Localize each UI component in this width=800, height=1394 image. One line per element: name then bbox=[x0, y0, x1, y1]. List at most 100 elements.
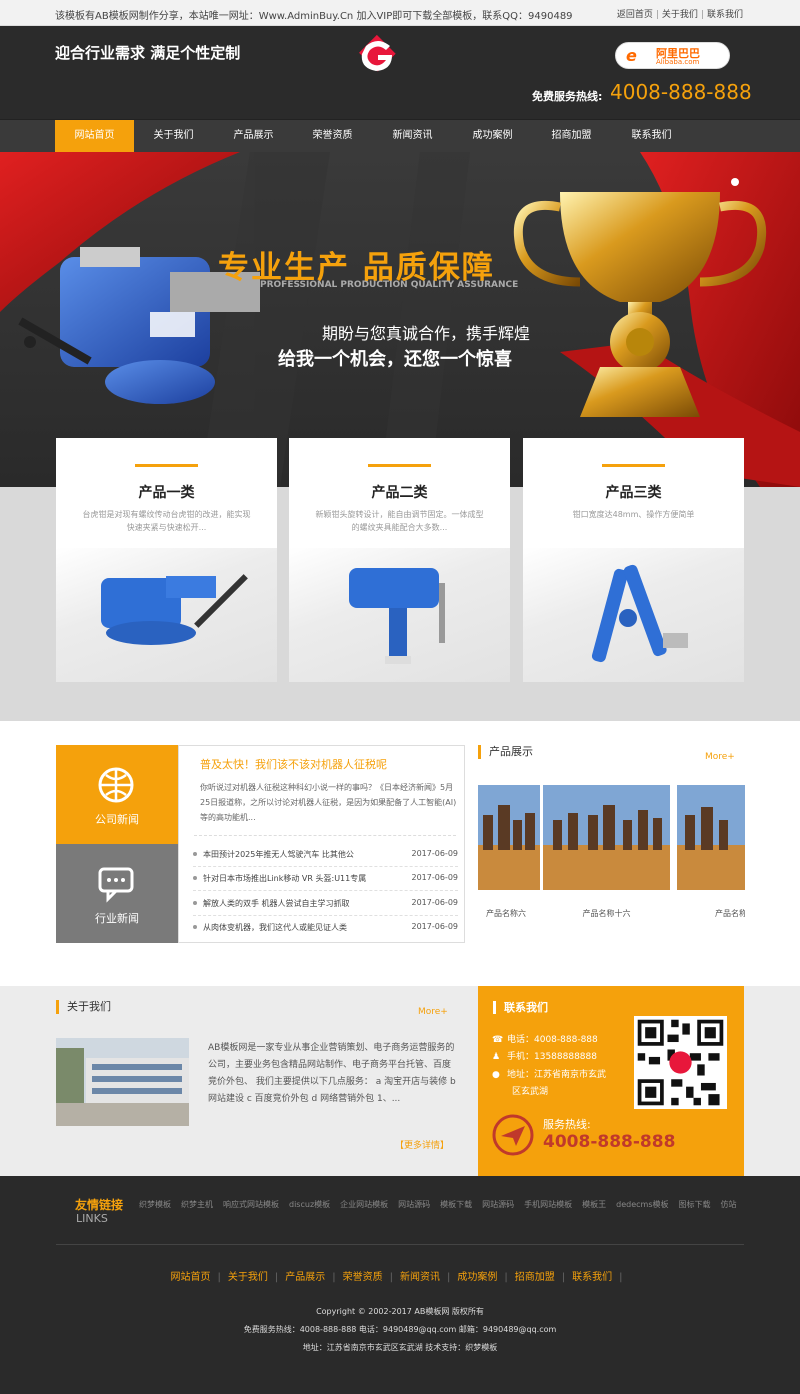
contact-phone: ☎ 电话：4008-888-888 bbox=[492, 1035, 598, 1045]
card-accent-bar bbox=[368, 464, 431, 467]
nav-item-news[interactable]: 新闻资讯 bbox=[373, 120, 452, 153]
contact-mobile: ♟ 手机：13588888888 bbox=[492, 1052, 597, 1062]
top-link-about[interactable]: 关于我们 bbox=[662, 10, 698, 20]
about-title: 关于我们 bbox=[56, 1000, 111, 1014]
banner-line1: 期盼与您真诚合作，携手辉煌 bbox=[322, 324, 531, 343]
tab-industry-news[interactable]: 行业新闻 bbox=[56, 844, 178, 943]
friend-link[interactable]: 手机网站模板 bbox=[524, 1200, 572, 1209]
product-photo bbox=[677, 785, 745, 890]
friend-link[interactable]: 织梦模板 bbox=[139, 1200, 171, 1209]
paper-plane-icon bbox=[492, 1114, 534, 1156]
footer-nav-home[interactable]: 网站首页 bbox=[171, 1272, 211, 1283]
nav-item-about[interactable]: 关于我们 bbox=[134, 120, 213, 153]
friend-link[interactable]: 企业网站模板 bbox=[340, 1200, 388, 1209]
product-image[interactable] bbox=[56, 548, 277, 682]
news-list-item[interactable]: 本田预计2025年推无人驾驶汽车 比其他公 2017-06-09 bbox=[193, 843, 458, 867]
product-desc: 钳口宽度达48mm、操作方便简单 bbox=[572, 510, 695, 519]
hotline-label: 免费服务热线: bbox=[532, 90, 603, 103]
contact-title: 联系我们 bbox=[493, 1001, 548, 1014]
news-list-item[interactable]: 从肉体变机器，我们这代人或能见证人类 2017-06-09 bbox=[193, 916, 458, 940]
top-notice: 该模板有AB模板网制作分享，本站唯一网址：Www.AdminBuy.Cn 加入V… bbox=[55, 11, 573, 22]
product-card-1[interactable]: 产品一类 台虎钳是对现有螺纹传动台虎钳的改进，能实现快速夹紧与快速松开... bbox=[56, 438, 277, 682]
site-header: 迎合行业需求 满足个性定制 e 阿里巴巴 Alibaba.com 免费服务热线:… bbox=[0, 26, 800, 119]
contact-hotline-number: 4008-888-888 bbox=[543, 1132, 676, 1152]
about-more-link[interactable]: More+ bbox=[418, 1007, 448, 1017]
product-name[interactable]: 产品一类 bbox=[56, 482, 277, 502]
top-bar: 该模板有AB模板网制作分享，本站唯一网址：Www.AdminBuy.Cn 加入V… bbox=[0, 0, 800, 26]
footer-nav-honors[interactable]: 荣誉资质 bbox=[343, 1272, 383, 1283]
news-list-item[interactable]: 解放人类的双手 机器人尝试自主学习抓取 2017-06-09 bbox=[193, 892, 458, 916]
alibaba-badge[interactable]: e 阿里巴巴 Alibaba.com bbox=[615, 42, 730, 69]
friend-link[interactable]: dedecms模板 bbox=[616, 1200, 668, 1209]
featured-news-title[interactable]: 普及太快！我们该不该对机器人征税呢 bbox=[200, 756, 387, 772]
product-image[interactable] bbox=[523, 548, 744, 682]
alibaba-logo-icon: e bbox=[626, 46, 637, 65]
friend-link[interactable]: discuz模板 bbox=[289, 1200, 330, 1209]
card-accent-bar bbox=[602, 464, 665, 467]
news-list-item[interactable]: 针对日本市场推出Link移动 VR 头盔:U11专属 2017-06-09 bbox=[193, 867, 458, 891]
friend-link[interactable]: 图标下载 bbox=[679, 1200, 711, 1209]
banner-line2: 给我一个机会，还您一个惊喜 bbox=[278, 349, 512, 370]
contact-address: ● 地址：江苏省南京市玄武 bbox=[492, 1070, 607, 1080]
product-image[interactable] bbox=[289, 548, 510, 682]
phone-icon: ☎ bbox=[492, 1035, 504, 1045]
footer-nav-products[interactable]: 产品展示 bbox=[285, 1272, 325, 1283]
user-icon: ♟ bbox=[492, 1052, 501, 1062]
product-desc: 新颖钳头旋转设计，能自由调节固定。一体成型的螺纹夹具能配合大多数... bbox=[315, 510, 484, 532]
footer-nav-news[interactable]: 新闻资讯 bbox=[400, 1272, 440, 1283]
card-accent-bar bbox=[135, 464, 198, 467]
product-card-3[interactable]: 产品三类 钳口宽度达48mm、操作方便简单 bbox=[523, 438, 744, 682]
nav-item-contact[interactable]: 联系我们 bbox=[612, 120, 691, 153]
qr-code-icon bbox=[634, 1016, 727, 1109]
bench-vise-icon bbox=[101, 574, 248, 645]
product-photo bbox=[543, 785, 670, 890]
footer-nav-cases[interactable]: 成功案例 bbox=[457, 1272, 497, 1283]
friend-link[interactable]: 模板下载 bbox=[440, 1200, 472, 1209]
product-photo bbox=[478, 785, 540, 890]
product-show-more-link[interactable]: More+ bbox=[705, 752, 735, 762]
footer-nav: 网站首页 | 关于我们 | 产品展示 | 荣誉资质 | 新闻资讯 | 成功案例 | 招商加盟 | 联系我们 | bbox=[170, 1272, 623, 1283]
product-name[interactable]: 产品二类 bbox=[289, 482, 510, 502]
friend-link[interactable]: 网站源码 bbox=[482, 1200, 514, 1209]
product-show-carousel: 产品名称六 产品名称十六 产品名称 bbox=[478, 785, 745, 935]
top-link-home[interactable]: 返回首页 bbox=[617, 10, 653, 20]
featured-news-summary: 你听说过对机器人征税这种科幻小说一样的事吗？《日本经济新闻》5月25日报道称，之… bbox=[200, 783, 457, 822]
nav-item-home[interactable]: 网站首页 bbox=[55, 120, 134, 153]
friend-link[interactable]: 织梦主机 bbox=[181, 1200, 213, 1209]
top-link-contact[interactable]: 联系我们 bbox=[707, 10, 743, 20]
friend-link[interactable]: 仿站 bbox=[721, 1200, 737, 1209]
friend-links-title: 友情链接 bbox=[75, 1198, 124, 1212]
contact-address-line2: 区玄武湖 bbox=[512, 1087, 549, 1097]
product-card-2[interactable]: 产品二类 新颖钳头旋转设计，能自由调节固定。一体成型的螺纹夹具能配合大多数... bbox=[289, 438, 510, 682]
alibaba-domain: Alibaba.com bbox=[656, 58, 700, 66]
company-building-photo[interactable] bbox=[56, 1038, 189, 1126]
friend-link[interactable]: 响应式网站模板 bbox=[223, 1200, 279, 1209]
product-show-item[interactable]: 产品名称 bbox=[677, 785, 745, 935]
product-show-item[interactable]: 产品名称十六 bbox=[543, 785, 670, 935]
nav-item-franchise[interactable]: 招商加盟 bbox=[532, 120, 611, 153]
footer-nav-franchise[interactable]: 招商加盟 bbox=[515, 1272, 555, 1283]
clamp-vise-icon bbox=[349, 568, 445, 664]
product-name[interactable]: 产品三类 bbox=[523, 482, 744, 502]
main-nav: 网站首页 关于我们 产品展示 荣誉资质 新闻资讯 成功案例 招商加盟 联系我们 bbox=[0, 119, 800, 153]
footer-address-line: 地址：江苏省南京市玄武区玄武湖 技术支持：织梦模板 bbox=[302, 1343, 498, 1352]
tab-label: 行业新闻 bbox=[95, 912, 139, 925]
site-logo-icon[interactable] bbox=[348, 28, 408, 80]
nav-item-honors[interactable]: 荣誉资质 bbox=[293, 120, 372, 153]
product-show-item[interactable]: 产品名称六 bbox=[478, 785, 540, 935]
footer-nav-about[interactable]: 关于我们 bbox=[228, 1272, 268, 1283]
footer-nav-contact[interactable]: 联系我们 bbox=[572, 1272, 612, 1283]
contact-hotline-label: 服务热线: bbox=[543, 1118, 591, 1131]
about-detail-link[interactable]: 【更多详情】 bbox=[395, 1138, 449, 1151]
friend-links-subtitle: LINKS bbox=[76, 1212, 108, 1225]
banner-subtitle: PROFESSIONAL PRODUCTION QUALITY ASSURANC… bbox=[260, 280, 519, 290]
tab-label: 公司新闻 bbox=[95, 813, 139, 826]
friend-link[interactable]: 模板王 bbox=[582, 1200, 606, 1209]
tab-company-news[interactable]: 公司新闻 bbox=[56, 745, 178, 844]
friend-links-list: 织梦模板 织梦主机 响应式网站模板 discuz模板 企业网站模板 网站源码 模板下载 网站源… bbox=[139, 1199, 747, 1210]
product-show-title: 产品展示 bbox=[478, 745, 533, 759]
friend-link[interactable]: 网站源码 bbox=[398, 1200, 430, 1209]
nav-item-cases[interactable]: 成功案例 bbox=[453, 120, 532, 153]
nav-item-products[interactable]: 产品展示 bbox=[214, 120, 293, 153]
news-panel: 普及太快！我们该不该对机器人征税呢 你听说过对机器人征税这种科幻小说一样的事吗？… bbox=[178, 745, 465, 943]
